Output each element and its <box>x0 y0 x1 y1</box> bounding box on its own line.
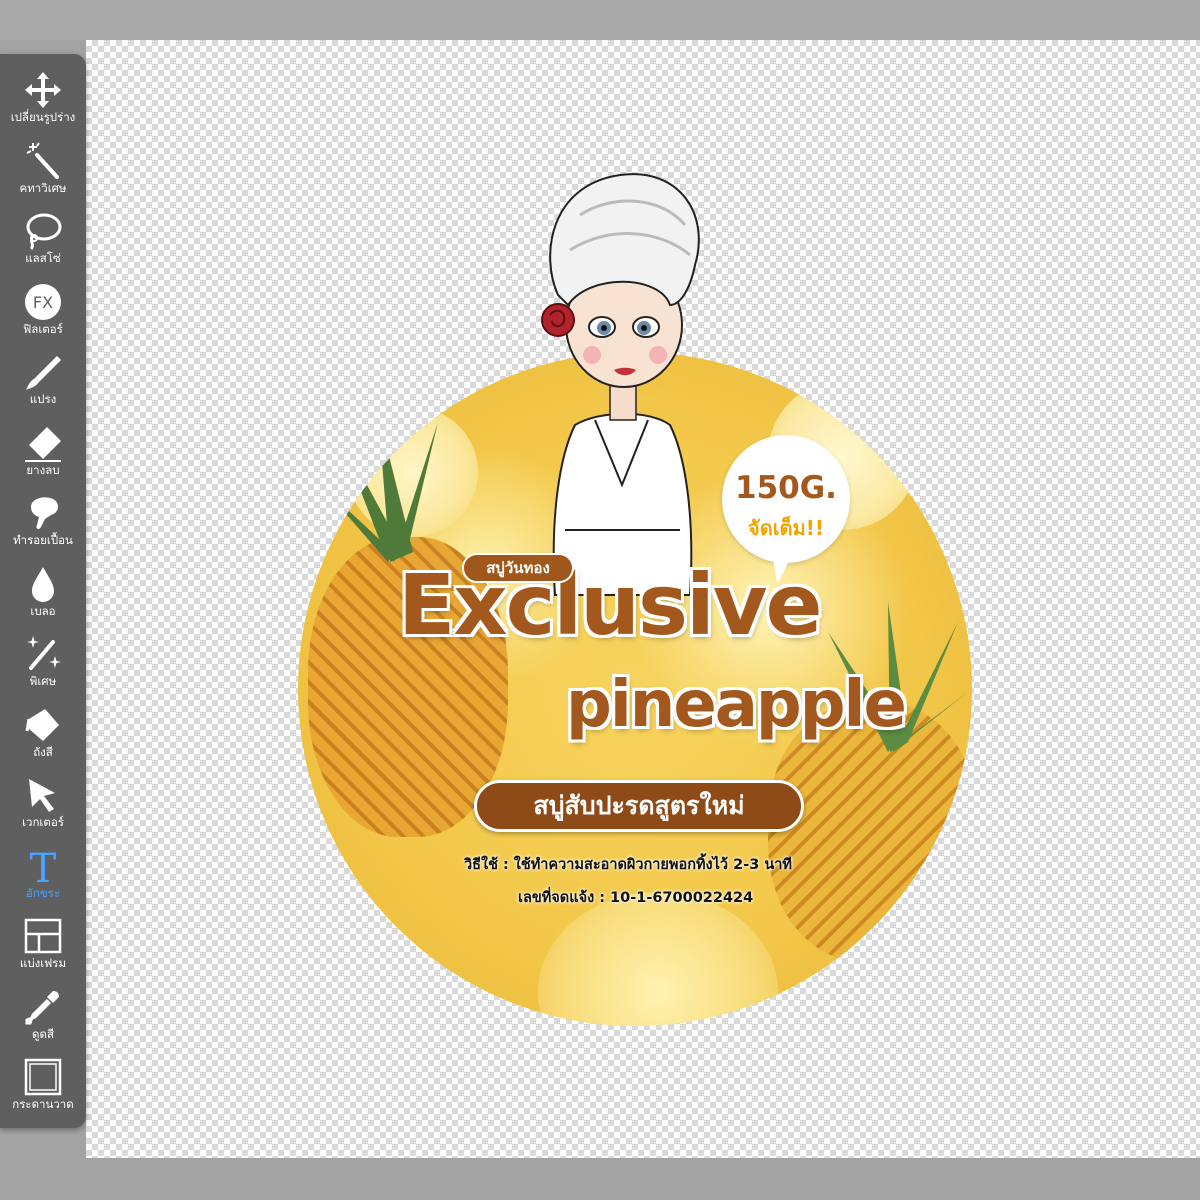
brush-icon <box>21 350 65 394</box>
tool-paint-bucket[interactable]: ถังสี <box>0 703 86 774</box>
full-amount-text[interactable]: จัดเต็ม!! <box>722 512 850 544</box>
tool-palette: เปลี่ยนรูปร่าง คทาวิเศษ แลสโซ่ FX ฟิลเตอ… <box>0 54 86 1128</box>
tool-label: แปรง <box>29 392 57 406</box>
cartoon-woman-character <box>541 173 700 596</box>
tool-text[interactable]: T อักขระ <box>0 844 86 915</box>
lasso-icon <box>21 209 65 253</box>
registration-number-text[interactable]: เลขที่จดแจ้ง : 10-1-6700022424 <box>518 886 753 909</box>
paint-bucket-icon <box>21 703 65 747</box>
usage-instructions-text[interactable]: วิธีใช้ : ใช้ทำความสะอาดผิวกายพอกทิ้งไว้… <box>464 853 792 876</box>
eyedropper-icon <box>21 985 65 1029</box>
tool-label: พิเศษ <box>29 674 57 688</box>
tool-eraser[interactable]: ยางลบ <box>0 421 86 492</box>
tool-special[interactable]: พิเศษ <box>0 632 86 703</box>
move-arrows-icon <box>21 68 65 112</box>
tool-label: กระดานวาด <box>12 1097 74 1111</box>
tool-magic-wand[interactable]: คทาวิเศษ <box>0 139 86 210</box>
text-tool-icon: T <box>21 844 65 888</box>
smudge-icon <box>21 491 65 535</box>
frame-divider-icon <box>21 914 65 958</box>
pineapple-slice-image <box>538 892 778 1026</box>
tool-label: เปลี่ยนรูปร่าง <box>10 110 76 124</box>
tool-label: เบลอ <box>30 603 56 618</box>
top-bar <box>0 0 1200 40</box>
tool-vector[interactable]: เวกเตอร์ <box>0 773 86 844</box>
pineapple-leaves-image <box>318 412 438 562</box>
brand-badge-text[interactable]: สบู่วันทอง <box>462 553 574 583</box>
special-effects-icon <box>21 632 65 676</box>
tool-label: ทำรอยเปื้อน <box>13 533 73 547</box>
tool-filter[interactable]: FX ฟิลเตอร์ <box>0 280 86 351</box>
magic-wand-icon <box>21 139 65 183</box>
svg-text:T: T <box>30 846 57 886</box>
tagline-pill-text[interactable]: สบู่สับปะรดสูตรใหม่ <box>474 780 804 832</box>
photo-editor-app: เปลี่ยนรูปร่าง คทาวิเศษ แลสโซ่ FX ฟิลเตอ… <box>0 0 1200 1200</box>
tool-frame-divider[interactable]: แบ่งเฟรม <box>0 914 86 985</box>
tool-label: ดูดสี <box>32 1026 54 1041</box>
tool-lasso[interactable]: แลสโซ่ <box>0 209 86 280</box>
tool-brush[interactable]: แปรง <box>0 350 86 421</box>
canvas-icon <box>21 1055 65 1099</box>
tool-label: อักขระ <box>25 885 61 900</box>
tool-canvas[interactable]: กระดานวาด <box>0 1055 86 1126</box>
tool-label: คทาวิเศษ <box>19 180 67 195</box>
bottom-bar <box>0 1158 1200 1200</box>
tool-smudge[interactable]: ทำรอยเปื้อน <box>0 491 86 562</box>
tool-blur[interactable]: เบลอ <box>0 562 86 633</box>
title-pineapple-text[interactable]: pineapple <box>566 668 907 742</box>
svg-text:FX: FX <box>33 293 53 312</box>
tool-label: ยางลบ <box>26 462 60 477</box>
tool-eyedropper[interactable]: ดูดสี <box>0 985 86 1056</box>
vector-pointer-icon <box>21 773 65 817</box>
blur-drop-icon <box>21 562 65 606</box>
tool-label: ถังสี <box>33 744 53 759</box>
tool-label: แบ่งเฟรม <box>19 956 67 970</box>
weight-text[interactable]: 150G. <box>722 470 850 506</box>
tool-transform[interactable]: เปลี่ยนรูปร่าง <box>0 68 86 139</box>
tool-label: แลสโซ่ <box>25 251 61 265</box>
tool-label: เวกเตอร์ <box>22 815 64 829</box>
eraser-icon <box>21 421 65 465</box>
fx-filter-icon: FX <box>21 280 65 324</box>
tool-label: ฟิลเตอร์ <box>23 321 63 336</box>
